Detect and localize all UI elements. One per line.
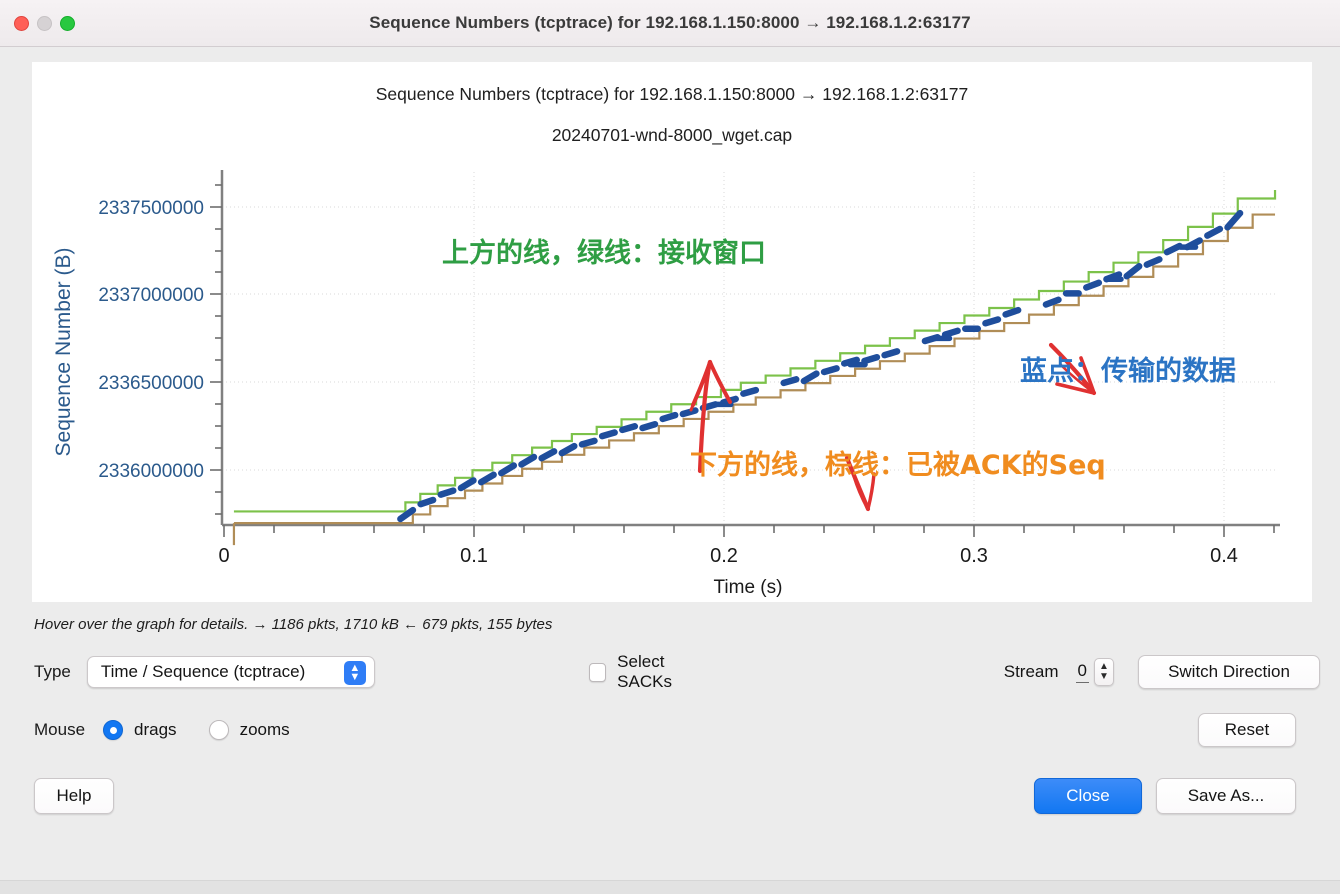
window-title: Sequence Numbers (tcptrace) for 192.168.… [369,13,971,32]
close-button[interactable]: Close [1034,778,1142,814]
plot-area[interactable]: 2337500000 2337000000 2336500000 2336000… [32,62,1312,602]
select-sacks-checkbox[interactable]: Select SACKs [588,652,714,692]
controls-row-mouse: Mouse drags zooms Reset [34,713,1320,747]
help-button[interactable]: Help [34,778,114,814]
y-tick-label-0: 2336000000 [98,461,204,482]
graph-card[interactable]: Sequence Numbers (tcptrace) for 192.168.… [32,62,1312,602]
radio-selected-icon[interactable] [103,720,124,740]
y-axis-ticks [210,184,222,515]
hover-status-text: Hover over the graph for details. → 1186… [34,616,553,633]
x-axis-title: Time (s) [714,577,783,598]
save-as-button[interactable]: Save As... [1156,778,1296,814]
y-axis-title: Sequence Number (B) [52,248,75,457]
chart-svg: 2337500000 2337000000 2336500000 2336000… [52,170,1280,598]
type-label: Type [34,662,71,681]
window-body: Sequence Numbers (tcptrace) for 192.168.… [0,47,1340,894]
stream-stepper[interactable]: ▲ ▼ [1094,658,1114,686]
type-select-value: Time / Sequence (tcptrace) [100,662,306,681]
stepper-down-icon[interactable]: ▼ [1099,672,1109,682]
minimize-window-icon[interactable] [37,15,52,31]
annotation-blue-label: 蓝点：传输的数据 [1020,355,1236,387]
stream-label: Stream [1003,662,1059,681]
switch-direction-button[interactable]: Switch Direction [1138,655,1320,689]
chevron-updown-icon[interactable]: ▲ ▼ [343,661,366,685]
stream-control[interactable]: Stream 0 ▲ ▼ [1004,658,1114,686]
select-sacks-label: Select SACKs [617,652,672,691]
mouse-mode-group: Mouse drags zooms [34,720,290,740]
mouse-drags-label: drags [134,720,177,739]
radio-unselected-icon[interactable] [208,720,229,740]
close-window-icon[interactable] [14,15,29,31]
footer-bar: Help Close Save As... [34,777,1320,815]
zoom-window-icon[interactable] [60,15,75,31]
checkbox-box-icon[interactable] [588,662,607,682]
y-tick-label-1: 2336500000 [98,373,204,394]
reset-button[interactable]: Reset [1198,713,1296,747]
x-tick-label-4: 0.4 [1210,545,1238,567]
type-select[interactable]: Time / Sequence (tcptrace) ▲ ▼ [86,656,375,688]
stream-input[interactable]: 0 [1075,661,1089,683]
traffic-lights [14,15,75,31]
y-tick-label-2: 2337000000 [98,285,204,306]
annotation-green-label: 上方的线，绿线：接收窗口 [442,237,766,269]
chevron-down-glyph: ▼ [349,671,361,683]
annotation-orange-label: 下方的线，棕线：已被ACK的Seq [690,449,1106,481]
title-bar: Sequence Numbers (tcptrace) for 192.168.… [0,0,1340,47]
x-tick-label-1: 0.1 [460,545,488,567]
graph-window: Sequence Numbers (tcptrace) for 192.168.… [0,0,1340,894]
x-axis-ticks [223,525,1275,537]
mouse-zooms-radio[interactable]: zooms [208,720,290,740]
mouse-zooms-label: zooms [239,720,290,739]
x-tick-label-0: 0 [218,545,229,567]
x-tick-label-2: 0.2 [710,545,738,567]
x-tick-label-3: 0.3 [960,545,988,567]
window-bottom-edge [0,880,1340,894]
y-tick-label-3: 2337500000 [98,198,204,219]
controls-row-type: Type Time / Sequence (tcptrace) ▲ ▼ Sele… [34,652,1320,692]
footer-right-buttons: Close Save As... [1034,778,1296,814]
mouse-label: Mouse [34,720,86,739]
mouse-drags-radio[interactable]: drags [103,720,177,740]
